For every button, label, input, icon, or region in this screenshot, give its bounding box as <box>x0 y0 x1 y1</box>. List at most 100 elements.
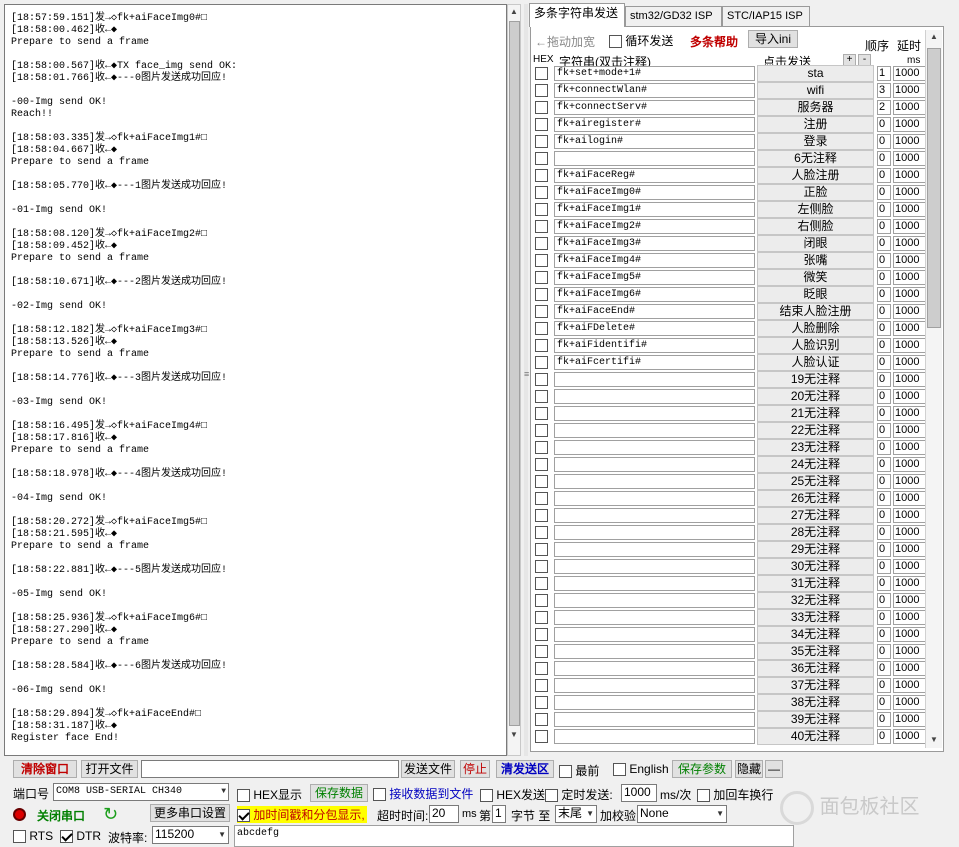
string-field[interactable]: fk+aiFaceReg# <box>554 168 755 183</box>
delay-field[interactable]: 1000 <box>893 100 927 115</box>
order-field[interactable]: 0 <box>877 593 891 608</box>
delay-field[interactable]: 1000 <box>893 202 927 217</box>
hex-checkbox[interactable] <box>535 135 548 148</box>
delay-field[interactable]: 1000 <box>893 627 927 642</box>
clear-window-button[interactable]: 清除窗口 <box>13 760 77 778</box>
checkbox-icon[interactable] <box>237 789 250 803</box>
click-send-button[interactable]: 人脸注册 <box>757 167 874 184</box>
delay-field[interactable]: 1000 <box>893 304 927 319</box>
checkbox-icon[interactable] <box>13 830 26 844</box>
delay-field[interactable]: 1000 <box>893 389 927 404</box>
delay-field[interactable]: 1000 <box>893 729 927 744</box>
string-field[interactable] <box>554 695 755 710</box>
checkbox-icon[interactable] <box>559 765 572 779</box>
click-send-button[interactable]: 34无注释 <box>757 626 874 643</box>
order-field[interactable]: 0 <box>877 423 891 438</box>
hex-checkbox[interactable] <box>535 611 548 624</box>
delay-field[interactable]: 1000 <box>893 236 927 251</box>
hex-checkbox[interactable] <box>535 458 548 471</box>
hex-checkbox[interactable] <box>535 169 548 182</box>
order-field[interactable]: 0 <box>877 457 891 472</box>
english-checkbox[interactable]: English <box>613 762 669 777</box>
delay-field[interactable]: 1000 <box>893 695 927 710</box>
refresh-icon[interactable]: ↻ <box>103 804 118 825</box>
hex-checkbox[interactable] <box>535 390 548 403</box>
checkbox-icon[interactable] <box>60 830 73 844</box>
string-field[interactable] <box>554 712 755 727</box>
delay-field[interactable]: 1000 <box>893 253 927 268</box>
string-field[interactable] <box>554 559 755 574</box>
click-send-button[interactable]: 24无注释 <box>757 456 874 473</box>
delay-field[interactable]: 1000 <box>893 423 927 438</box>
hex-checkbox[interactable] <box>535 713 548 726</box>
delay-field[interactable]: 1000 <box>893 678 927 693</box>
order-field[interactable]: 0 <box>877 542 891 557</box>
string-field[interactable] <box>554 627 755 642</box>
click-send-button[interactable]: wifi <box>757 82 874 99</box>
string-field[interactable]: fk+aiFaceImg6# <box>554 287 755 302</box>
scroll-up-icon[interactable]: ▲ <box>508 5 520 19</box>
click-send-button[interactable]: 35无注释 <box>757 643 874 660</box>
string-field[interactable] <box>554 508 755 523</box>
timed-send-checkbox[interactable]: 定时发送: <box>545 786 613 803</box>
click-send-button[interactable]: 28无注释 <box>757 524 874 541</box>
delay-field[interactable]: 1000 <box>893 525 927 540</box>
hex-checkbox[interactable] <box>535 67 548 80</box>
string-field[interactable] <box>554 525 755 540</box>
file-path-field[interactable] <box>141 760 399 778</box>
string-field[interactable]: fk+set+mode+1# <box>554 66 755 81</box>
string-field[interactable]: fk+ailogin# <box>554 134 755 149</box>
order-field[interactable]: 0 <box>877 406 891 421</box>
click-send-button[interactable]: 36无注释 <box>757 660 874 677</box>
hex-checkbox[interactable] <box>535 475 548 488</box>
string-field[interactable] <box>554 474 755 489</box>
click-send-button[interactable]: 27无注释 <box>757 507 874 524</box>
order-field[interactable]: 0 <box>877 508 891 523</box>
click-send-button[interactable]: 服务器 <box>757 99 874 116</box>
click-send-button[interactable]: 29无注释 <box>757 541 874 558</box>
string-field[interactable] <box>554 610 755 625</box>
order-field[interactable]: 0 <box>877 644 891 659</box>
click-send-button[interactable]: 38无注释 <box>757 694 874 711</box>
order-field[interactable]: 0 <box>877 491 891 506</box>
order-field[interactable]: 0 <box>877 474 891 489</box>
click-send-button[interactable]: 33无注释 <box>757 609 874 626</box>
string-field[interactable]: fk+connectServ# <box>554 100 755 115</box>
multi-help-button[interactable]: 多条帮助 <box>690 33 738 50</box>
string-field[interactable]: fk+airegister# <box>554 117 755 132</box>
string-field[interactable] <box>554 678 755 693</box>
order-field[interactable]: 0 <box>877 372 891 387</box>
tab-multi-string[interactable]: 多条字符串发送 <box>529 3 625 27</box>
scroll-down-icon[interactable]: ▼ <box>508 728 520 742</box>
string-field[interactable]: fk+aiFaceImg2# <box>554 219 755 234</box>
hex-checkbox[interactable] <box>535 543 548 556</box>
delay-field[interactable]: 1000 <box>893 185 927 200</box>
string-field[interactable] <box>554 661 755 676</box>
hex-checkbox[interactable] <box>535 407 548 420</box>
hex-checkbox[interactable] <box>535 271 548 284</box>
hex-checkbox[interactable] <box>535 305 548 318</box>
order-field[interactable]: 0 <box>877 712 891 727</box>
delay-field[interactable]: 1000 <box>893 168 927 183</box>
hex-checkbox[interactable] <box>535 237 548 250</box>
hex-checkbox[interactable] <box>535 730 548 743</box>
tab-stc-isp[interactable]: STC/IAP15 ISP <box>722 6 810 26</box>
order-field[interactable]: 0 <box>877 202 891 217</box>
click-send-button[interactable]: sta <box>757 65 874 82</box>
string-field[interactable] <box>554 151 755 166</box>
hex-checkbox[interactable] <box>535 220 548 233</box>
delay-field[interactable]: 1000 <box>893 508 927 523</box>
click-send-button[interactable]: 39无注释 <box>757 711 874 728</box>
click-send-button[interactable]: 37无注释 <box>757 677 874 694</box>
log-scrollbar[interactable]: ▲ ▼ <box>507 4 521 756</box>
delay-field[interactable]: 1000 <box>893 559 927 574</box>
click-send-button[interactable]: 22无注释 <box>757 422 874 439</box>
string-field[interactable]: fk+aiFaceImg3# <box>554 236 755 251</box>
order-field[interactable]: 0 <box>877 678 891 693</box>
loop-send-checkbox[interactable]: 循环发送 <box>609 32 673 49</box>
more-port-settings-button[interactable]: 更多串口设置 <box>150 804 230 822</box>
hex-checkbox[interactable] <box>535 254 548 267</box>
checkbox-icon[interactable] <box>373 788 386 802</box>
delay-field[interactable]: 1000 <box>893 151 927 166</box>
hex-checkbox[interactable] <box>535 492 548 505</box>
